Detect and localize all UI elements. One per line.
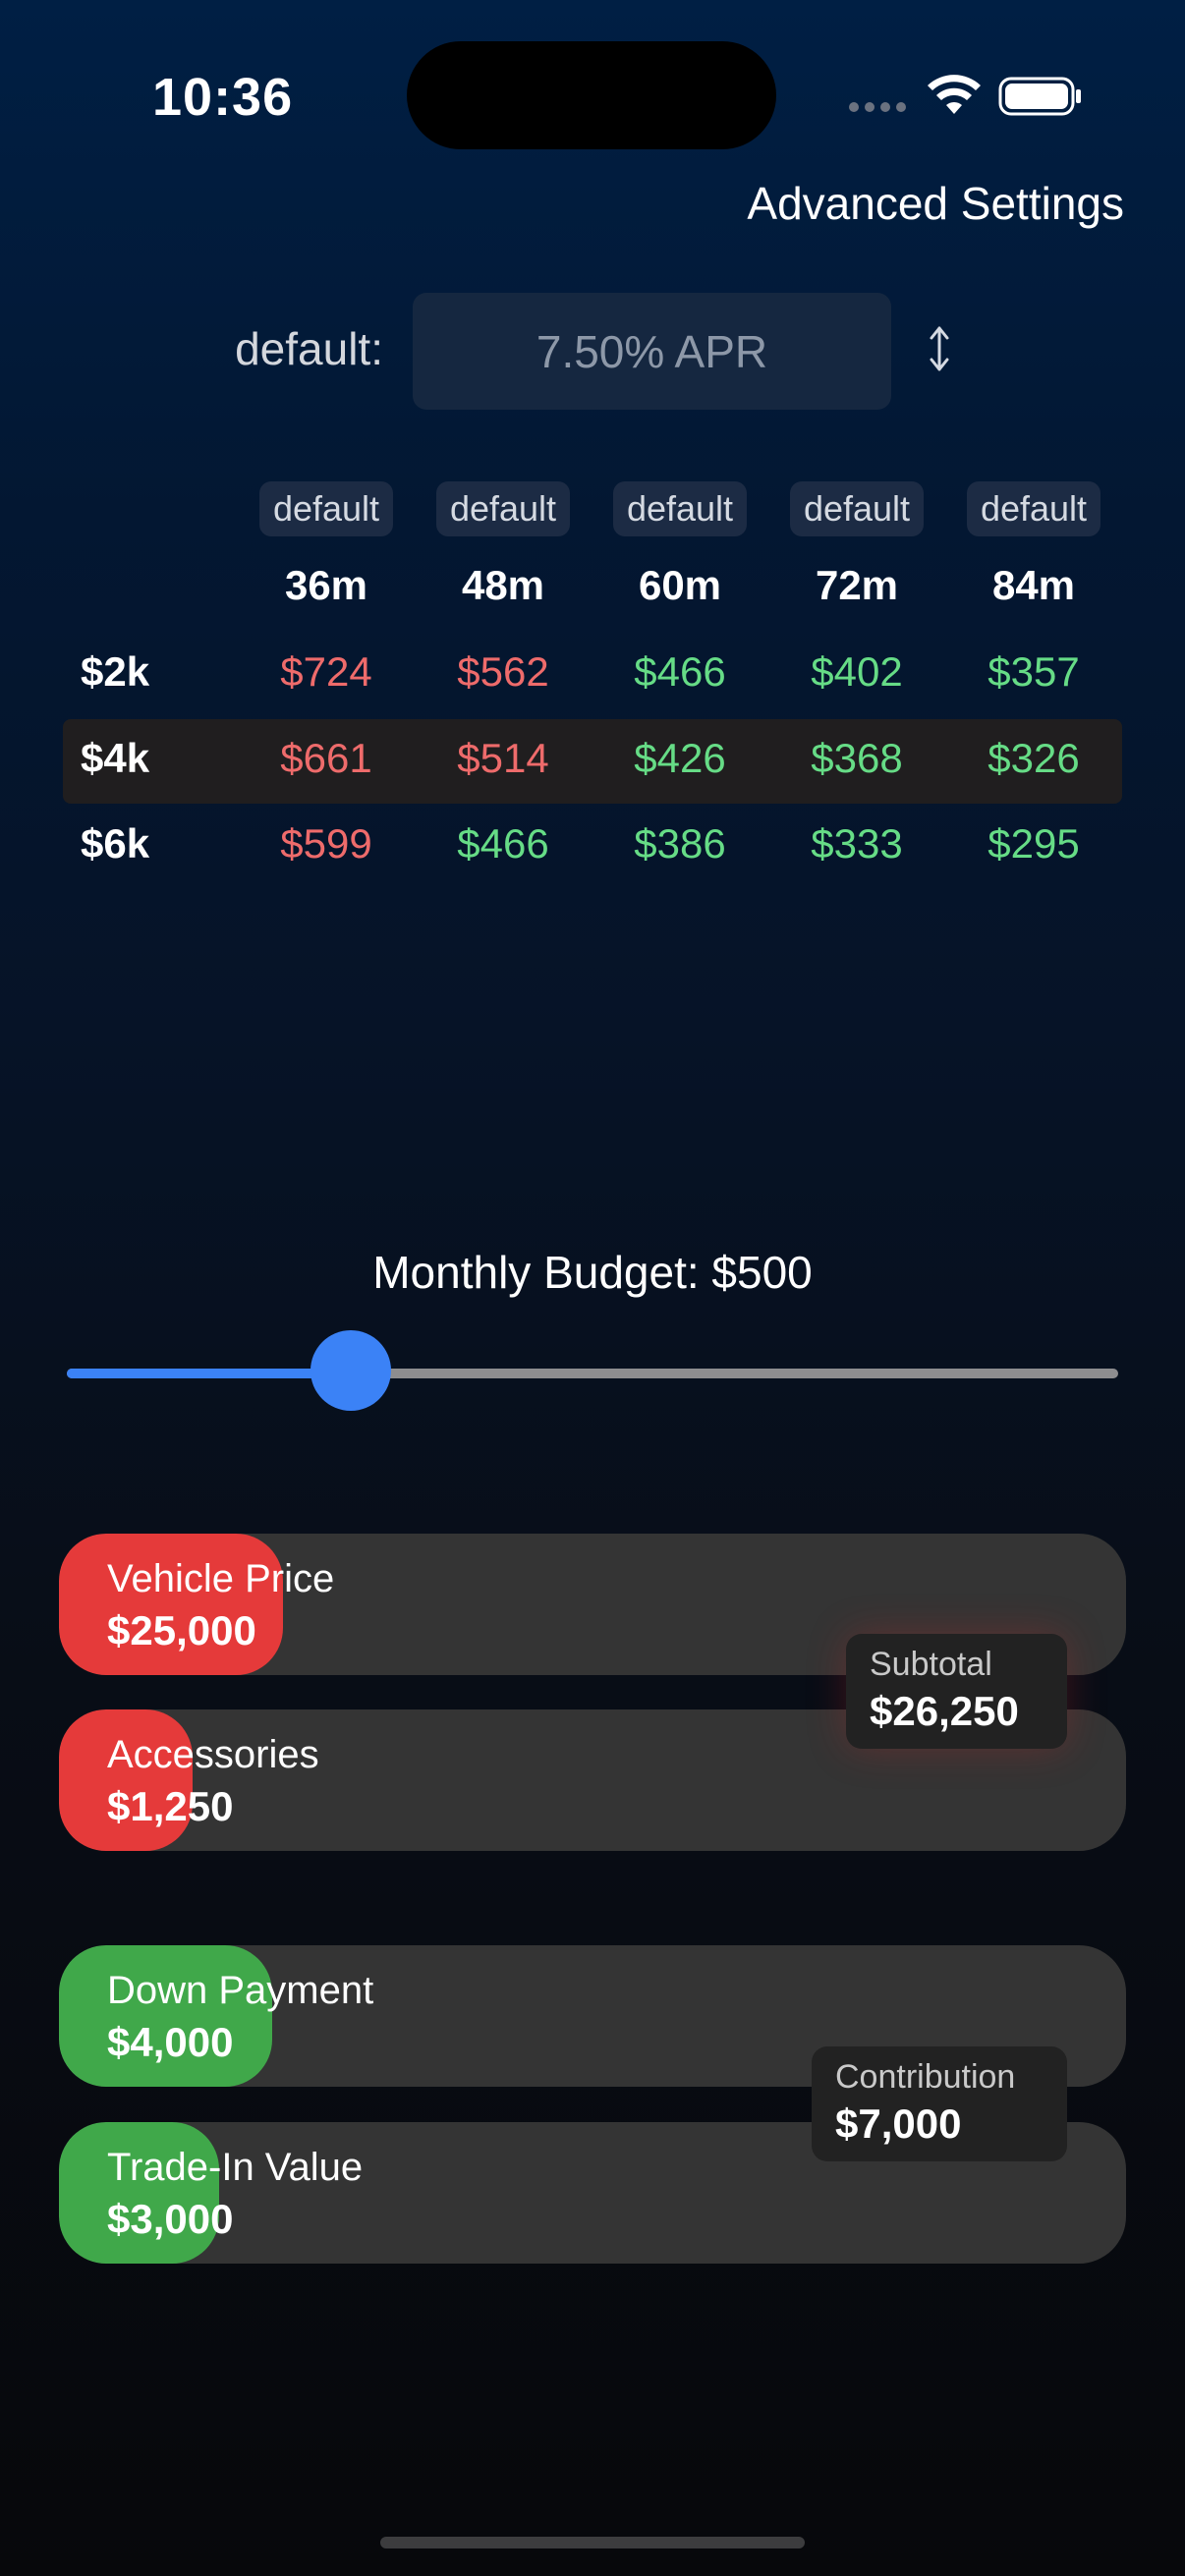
row-label: $4k (81, 735, 150, 781)
term-tag-36m[interactable]: default (238, 481, 415, 536)
row-label: $2k (81, 648, 150, 695)
payment-cell: $326 (988, 735, 1080, 781)
bar-label: Trade-In Value (107, 2146, 364, 2189)
bar-value: $4,000 (107, 2019, 234, 2065)
payment-cell: $661 (280, 735, 372, 781)
bar-value: $1,250 (107, 1783, 234, 1829)
monthly-budget-label: Monthly Budget: $500 (372, 1247, 813, 1298)
payment-cell: $368 (811, 735, 903, 781)
payment-cell: $599 (280, 820, 372, 867)
bar-value: $25,000 (107, 1607, 256, 1653)
contribution-label: Contribution (835, 2058, 1016, 2096)
term-tag-48m[interactable]: default (415, 481, 592, 536)
column-header: 36m (284, 562, 368, 608)
payment-cell: $402 (811, 648, 903, 695)
subtotal-label: Subtotal (870, 1646, 992, 1683)
term-tag-60m[interactable]: default (592, 481, 768, 536)
payment-cell: $514 (457, 735, 549, 781)
payment-cell: $386 (634, 820, 726, 867)
battery-icon (998, 77, 1081, 116)
payment-cell: $724 (280, 648, 372, 695)
advanced-settings-button[interactable]: Advanced Settings (747, 177, 1124, 230)
apr-input[interactable]: 7.50% APR (413, 293, 891, 410)
signal-dots-icon (849, 102, 906, 112)
apr-label: default: (235, 323, 383, 374)
home-indicator (380, 2537, 805, 2548)
payment-cell: $426 (634, 735, 726, 781)
column-header: 72m (815, 562, 899, 608)
term-tag-84m[interactable]: default (945, 481, 1122, 536)
payment-cell: $562 (457, 648, 549, 695)
payment-cell: $466 (634, 648, 726, 695)
payment-cell: $357 (988, 648, 1080, 695)
bar-label: Vehicle Price (107, 1557, 335, 1600)
bar-value: $3,000 (107, 2196, 234, 2242)
contribution-value: $7,000 (835, 2100, 962, 2147)
column-header: 48m (461, 562, 545, 608)
column-header: 60m (638, 562, 722, 608)
bar-label: Accessories (107, 1733, 319, 1776)
slider-thumb[interactable] (310, 1330, 391, 1411)
subtotal-badge: Subtotal $26,250 (846, 1634, 1067, 1749)
status-time: 10:36 (152, 68, 294, 127)
row-label: $6k (81, 820, 150, 867)
up-down-arrow-icon[interactable] (928, 324, 951, 373)
bar-label: Down Payment (107, 1969, 374, 2012)
subtotal-value: $26,250 (870, 1688, 1019, 1734)
payment-cell: $295 (988, 820, 1080, 867)
column-header: 84m (991, 562, 1076, 608)
payment-cell: $466 (457, 820, 549, 867)
payment-cell: $333 (811, 820, 903, 867)
slider-fill (67, 1369, 351, 1378)
dynamic-island (407, 41, 776, 149)
wifi-icon (928, 75, 981, 114)
contribution-badge: Contribution $7,000 (812, 2046, 1067, 2161)
term-tag-72m[interactable]: default (768, 481, 945, 536)
